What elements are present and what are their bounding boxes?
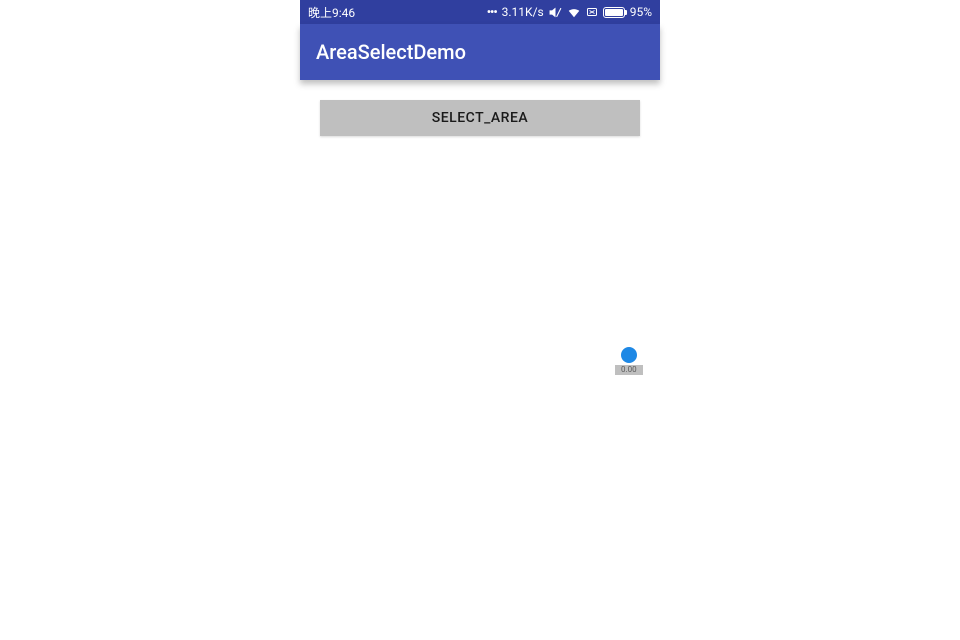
device-frame: 晚上9:46 ••• 3.11K/s (300, 0, 660, 156)
battery-icon (603, 7, 625, 18)
more-icon: ••• (487, 5, 497, 19)
status-left: 晚上9:46 (308, 4, 355, 21)
select-area-button[interactable]: SELECT_AREA (320, 100, 640, 136)
floating-widget[interactable]: 0.00 (615, 347, 643, 375)
status-bar: 晚上9:46 ••• 3.11K/s (300, 0, 660, 24)
main-content: SELECT_AREA (300, 80, 660, 156)
app-bar: AreaSelectDemo (300, 24, 660, 80)
mute-icon (549, 6, 562, 19)
no-sim-icon (586, 6, 598, 18)
status-time: 晚上9:46 (308, 4, 355, 21)
wifi-icon (567, 5, 581, 19)
status-right: ••• 3.11K/s (487, 5, 652, 19)
network-speed: 3.11K/s (502, 5, 544, 19)
floating-label: 0.00 (615, 365, 643, 375)
globe-icon (621, 347, 637, 363)
battery-percent: 95% (630, 5, 652, 19)
app-title: AreaSelectDemo (316, 40, 466, 64)
